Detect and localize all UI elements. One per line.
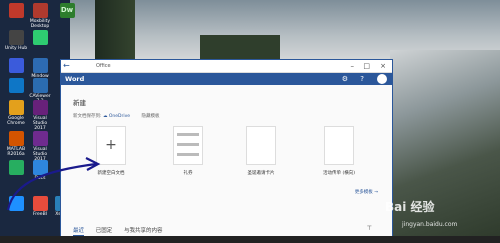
template-label: 活动传单 (横向) — [323, 171, 355, 176]
app-icon — [8, 78, 24, 93]
desktop-icon-label: Google Chrome — [7, 116, 25, 126]
app-icon — [32, 78, 48, 93]
maximize-icon[interactable]: □ — [363, 61, 370, 71]
voucher-thumbnail — [173, 126, 203, 165]
app-icon — [8, 131, 24, 146]
app-icon — [8, 100, 24, 115]
app-icon — [8, 58, 24, 73]
close-icon[interactable]: × — [380, 61, 386, 71]
desktop-icon[interactable] — [4, 3, 28, 19]
template-label: 礼券 — [183, 171, 193, 176]
desktop-icon[interactable]: Moxbility Desktop — [28, 3, 52, 29]
desktop-icon-label: Moxbility Desktop — [29, 19, 51, 29]
app-bar: Word ⚙ ? — [61, 73, 392, 85]
desktop-icon-label: Unity Hub — [4, 46, 28, 51]
card-thumbnail — [246, 126, 276, 165]
desktop-icon-dw[interactable]: Dw — [55, 3, 79, 19]
desktop-icon[interactable]: Unity Hub — [4, 30, 28, 51]
taskbar — [0, 236, 500, 243]
tab-shared[interactable]: 与我共享的内容 — [124, 228, 163, 234]
onedrive-link[interactable]: OneDrive — [109, 114, 130, 119]
hide-templates-link[interactable]: 隐藏模板 — [142, 114, 160, 119]
back-arrow-icon[interactable]: ← — [63, 61, 70, 71]
save-location-line: 新文档保存到: ☁ OneDrive 隐藏模板 — [73, 113, 160, 119]
recent-tabs: 最近 已固定 与我共享的内容 — [73, 226, 173, 236]
template-event-flyer[interactable]: 活动传单 (横向) — [313, 126, 365, 176]
annotation-arrow — [6, 157, 101, 211]
background-trees — [200, 35, 280, 60]
app-name: Word — [65, 75, 85, 83]
dreamweaver-icon: Dw — [59, 3, 75, 18]
desktop-icon[interactable] — [4, 58, 28, 74]
app-icon — [8, 30, 24, 45]
pin-icon[interactable]: ⊤ — [367, 225, 372, 232]
minimize-icon[interactable]: – — [351, 61, 355, 71]
app-icon — [8, 3, 24, 18]
onedrive-cloud-icon: ☁ — [102, 114, 108, 119]
app-icon — [32, 58, 48, 73]
app-icon — [32, 131, 48, 146]
desktop-icon[interactable]: Visual Studio 2017 — [28, 100, 52, 131]
app-icon — [32, 100, 48, 115]
save-location-prefix: 新文档保存到: — [73, 114, 102, 119]
tab-pinned[interactable]: 已固定 — [96, 228, 113, 234]
watermark-logo: Bai 经验 — [385, 200, 435, 214]
template-label: 圣诞邀请卡片 — [247, 171, 275, 176]
tab-recent[interactable]: 最近 — [73, 228, 85, 236]
window-titlebar: ← Office – □ × — [61, 60, 392, 73]
template-gift-voucher[interactable]: 礼券 — [162, 126, 214, 176]
app-icon — [32, 30, 48, 45]
flyer-thumbnail — [324, 126, 354, 165]
desktop-icon[interactable] — [28, 30, 52, 46]
section-title-new: 新建 — [73, 99, 86, 107]
app-icon — [32, 3, 48, 18]
desktop-icon-label: Visual Studio 2017 — [32, 116, 48, 131]
watermark-url: jingyan.baidu.com — [402, 221, 458, 228]
new-document-panel: 新建 新文档保存到: ☁ OneDrive 隐藏模板 + 新建空白文档 礼券 圣… — [61, 86, 392, 243]
help-icon[interactable]: ? — [360, 74, 364, 84]
background-trees — [95, 0, 135, 60]
avatar[interactable] — [377, 74, 387, 84]
desktop-icon[interactable] — [4, 78, 28, 94]
window-title: Office — [96, 63, 111, 69]
template-holiday-card[interactable]: 圣诞邀请卡片 — [235, 126, 287, 176]
desktop-icon[interactable]: Google Chrome — [4, 100, 28, 126]
more-templates-link[interactable]: 更多模板 → — [355, 189, 378, 195]
settings-gear-icon[interactable]: ⚙ — [342, 74, 348, 84]
